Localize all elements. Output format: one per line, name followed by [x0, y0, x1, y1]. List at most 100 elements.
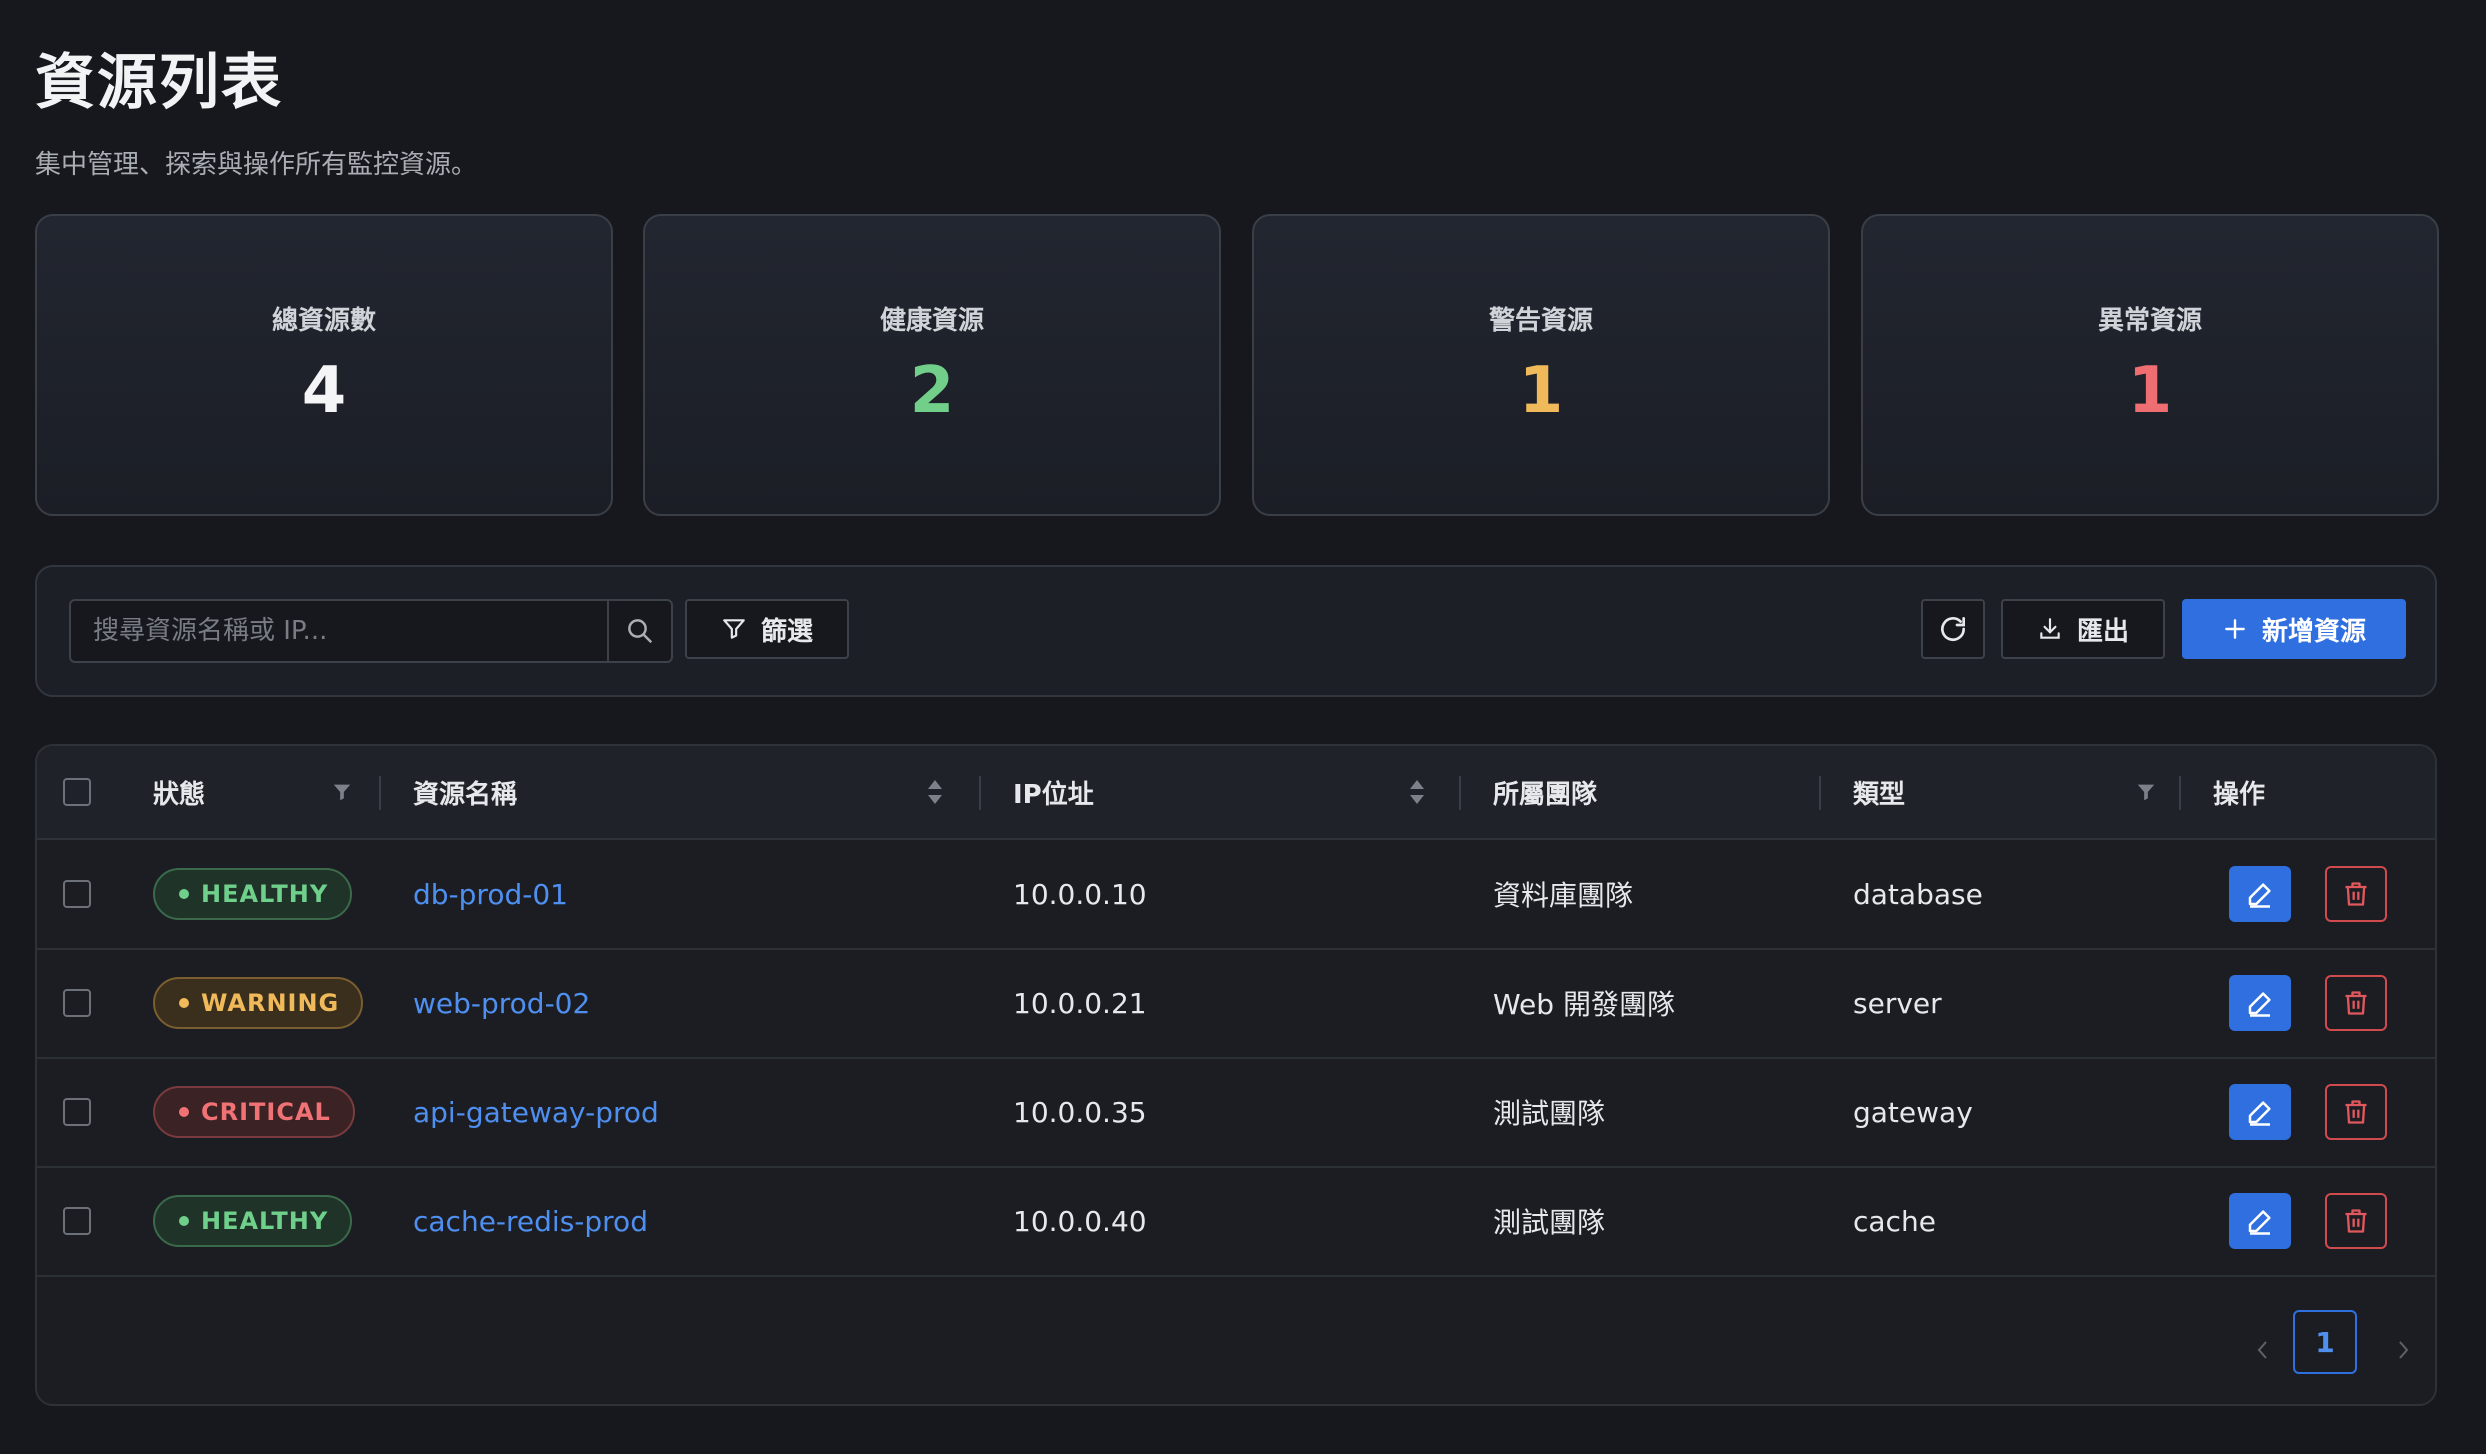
- ip-address: 10.0.0.35: [1013, 1095, 1147, 1129]
- resource-type: cache: [1853, 1204, 1936, 1238]
- page-title: 資源列表: [35, 48, 283, 118]
- select-all-checkbox[interactable]: [63, 778, 91, 806]
- delete-button[interactable]: [2325, 1084, 2387, 1140]
- filter-button[interactable]: 篩選: [685, 599, 849, 659]
- table-row: WARNING web-prod-02 10.0.0.21 Web 開發團隊 s…: [37, 949, 2435, 1059]
- row-select-cell: [63, 840, 91, 948]
- toolbar: 篩選 匯出 新增資源: [35, 565, 2437, 697]
- row-checkbox[interactable]: [63, 1207, 91, 1235]
- search-icon: [628, 619, 653, 644]
- resource-type: gateway: [1853, 1095, 1973, 1129]
- refresh-button[interactable]: [1921, 599, 1985, 659]
- edit-button[interactable]: [2229, 1084, 2291, 1140]
- stat-label: 總資源數: [271, 306, 376, 336]
- pencil-icon: [2248, 992, 2271, 1017]
- column-header-status[interactable]: 狀態: [153, 746, 205, 838]
- table-row: HEALTHY db-prod-01 10.0.0.10 資料庫團隊 datab…: [37, 840, 2435, 950]
- table-row: HEALTHY cache-redis-prod 10.0.0.40 測試團隊 …: [37, 1167, 2435, 1277]
- add-resource-button[interactable]: 新增資源: [2182, 599, 2406, 659]
- status-cell: HEALTHY: [153, 1167, 353, 1275]
- team-name: Web 開發團隊: [1493, 988, 1675, 1021]
- table-row: CRITICAL api-gateway-prod 10.0.0.35 測試團隊…: [37, 1058, 2435, 1168]
- resource-type: database: [1853, 877, 1983, 911]
- edit-button[interactable]: [2229, 975, 2291, 1031]
- ip-sort-button[interactable]: [1407, 746, 1427, 838]
- status-dot: [179, 889, 189, 899]
- status-cell: CRITICAL: [153, 1058, 355, 1166]
- stat-card-warning: 警告資源 1: [1252, 214, 1830, 516]
- funnel-icon: [2137, 784, 2155, 801]
- status-label: CRITICAL: [201, 1098, 331, 1126]
- plus-icon: [2225, 619, 2245, 639]
- export-button[interactable]: 匯出: [2001, 599, 2165, 659]
- resource-type: server: [1853, 986, 1942, 1020]
- ip-address: 10.0.0.40: [1013, 1204, 1147, 1238]
- delete-button[interactable]: [2325, 1193, 2387, 1249]
- resource-name-link[interactable]: api-gateway-prod: [413, 1058, 659, 1166]
- sort-icon: [928, 780, 942, 804]
- funnel-icon: [333, 784, 351, 801]
- row-checkbox[interactable]: [63, 880, 91, 908]
- refresh-icon: [1941, 617, 1965, 641]
- resource-table: 狀態 資源名稱 IP位址 所屬團隊 類型 操作 HEALTHY db-prod-…: [35, 744, 2437, 1406]
- search-input[interactable]: [71, 601, 601, 661]
- status-badge: HEALTHY: [153, 868, 353, 920]
- row-select-cell: [63, 1167, 91, 1275]
- status-cell: HEALTHY: [153, 840, 353, 948]
- status-cell: WARNING: [153, 949, 364, 1057]
- edit-button[interactable]: [2229, 866, 2291, 922]
- table-header: 狀態 資源名稱 IP位址 所屬團隊 類型 操作: [37, 746, 2435, 840]
- name-sort-button[interactable]: [925, 746, 945, 838]
- status-dot: [179, 998, 189, 1008]
- edit-button[interactable]: [2229, 1193, 2291, 1249]
- column-divider: [379, 776, 381, 810]
- row-select-cell: [63, 1058, 91, 1166]
- resource-name-link[interactable]: db-prod-01: [413, 840, 568, 948]
- stat-value: 1: [1518, 354, 1564, 428]
- ip-address: 10.0.0.10: [1013, 877, 1147, 911]
- stat-value: 2: [909, 354, 955, 428]
- column-header-name[interactable]: 資源名稱: [413, 746, 517, 838]
- stat-label: 警告資源: [1488, 306, 1593, 336]
- stat-label: 異常資源: [2097, 306, 2202, 336]
- team-name: 測試團隊: [1493, 1097, 1606, 1130]
- resource-name-link[interactable]: web-prod-02: [413, 949, 590, 1057]
- row-select-cell: [63, 949, 91, 1057]
- stat-card-total: 總資源數 4: [35, 214, 613, 516]
- page-subtitle: 集中管理、探索與操作所有監控資源。: [35, 150, 478, 180]
- pencil-icon: [2248, 1101, 2271, 1126]
- status-label: HEALTHY: [201, 880, 329, 908]
- column-divider: [2179, 776, 2181, 810]
- delete-button[interactable]: [2325, 975, 2387, 1031]
- column-divider: [979, 776, 981, 810]
- trash-icon: [2345, 1100, 2367, 1124]
- resource-name-link[interactable]: cache-redis-prod: [413, 1167, 648, 1275]
- search-button[interactable]: [607, 601, 671, 661]
- ip-address: 10.0.0.21: [1013, 986, 1147, 1020]
- row-checkbox[interactable]: [63, 989, 91, 1017]
- pagination-prev-button[interactable]: [2243, 1320, 2283, 1380]
- status-label: HEALTHY: [201, 1207, 329, 1235]
- column-header-ip[interactable]: IP位址: [1013, 746, 1094, 838]
- pagination-next-button[interactable]: [2383, 1320, 2423, 1380]
- delete-button[interactable]: [2325, 866, 2387, 922]
- status-dot: [179, 1216, 189, 1226]
- pencil-icon: [2248, 1210, 2271, 1235]
- team-name: 資料庫團隊: [1493, 879, 1634, 912]
- column-divider: [1819, 776, 1821, 810]
- pagination-page-1[interactable]: 1: [2293, 1310, 2357, 1374]
- column-header-type[interactable]: 類型: [1853, 746, 1905, 838]
- pencil-icon: [2248, 883, 2271, 908]
- search-box: [69, 599, 673, 663]
- row-checkbox[interactable]: [63, 1098, 91, 1126]
- status-filter-button[interactable]: [331, 746, 353, 838]
- status-badge: WARNING: [153, 977, 364, 1029]
- status-badge: CRITICAL: [153, 1086, 355, 1138]
- chevron-left-icon: [2257, 1341, 2267, 1359]
- column-header-actions: 操作: [2213, 779, 2266, 810]
- add-resource-label: 新增資源: [2261, 616, 2366, 647]
- status-label: WARNING: [201, 989, 340, 1017]
- type-filter-button[interactable]: [2135, 746, 2157, 838]
- stats-row: 總資源數 4 健康資源 2 警告資源 1 異常資源 1: [35, 214, 2439, 516]
- trash-icon: [2345, 882, 2367, 906]
